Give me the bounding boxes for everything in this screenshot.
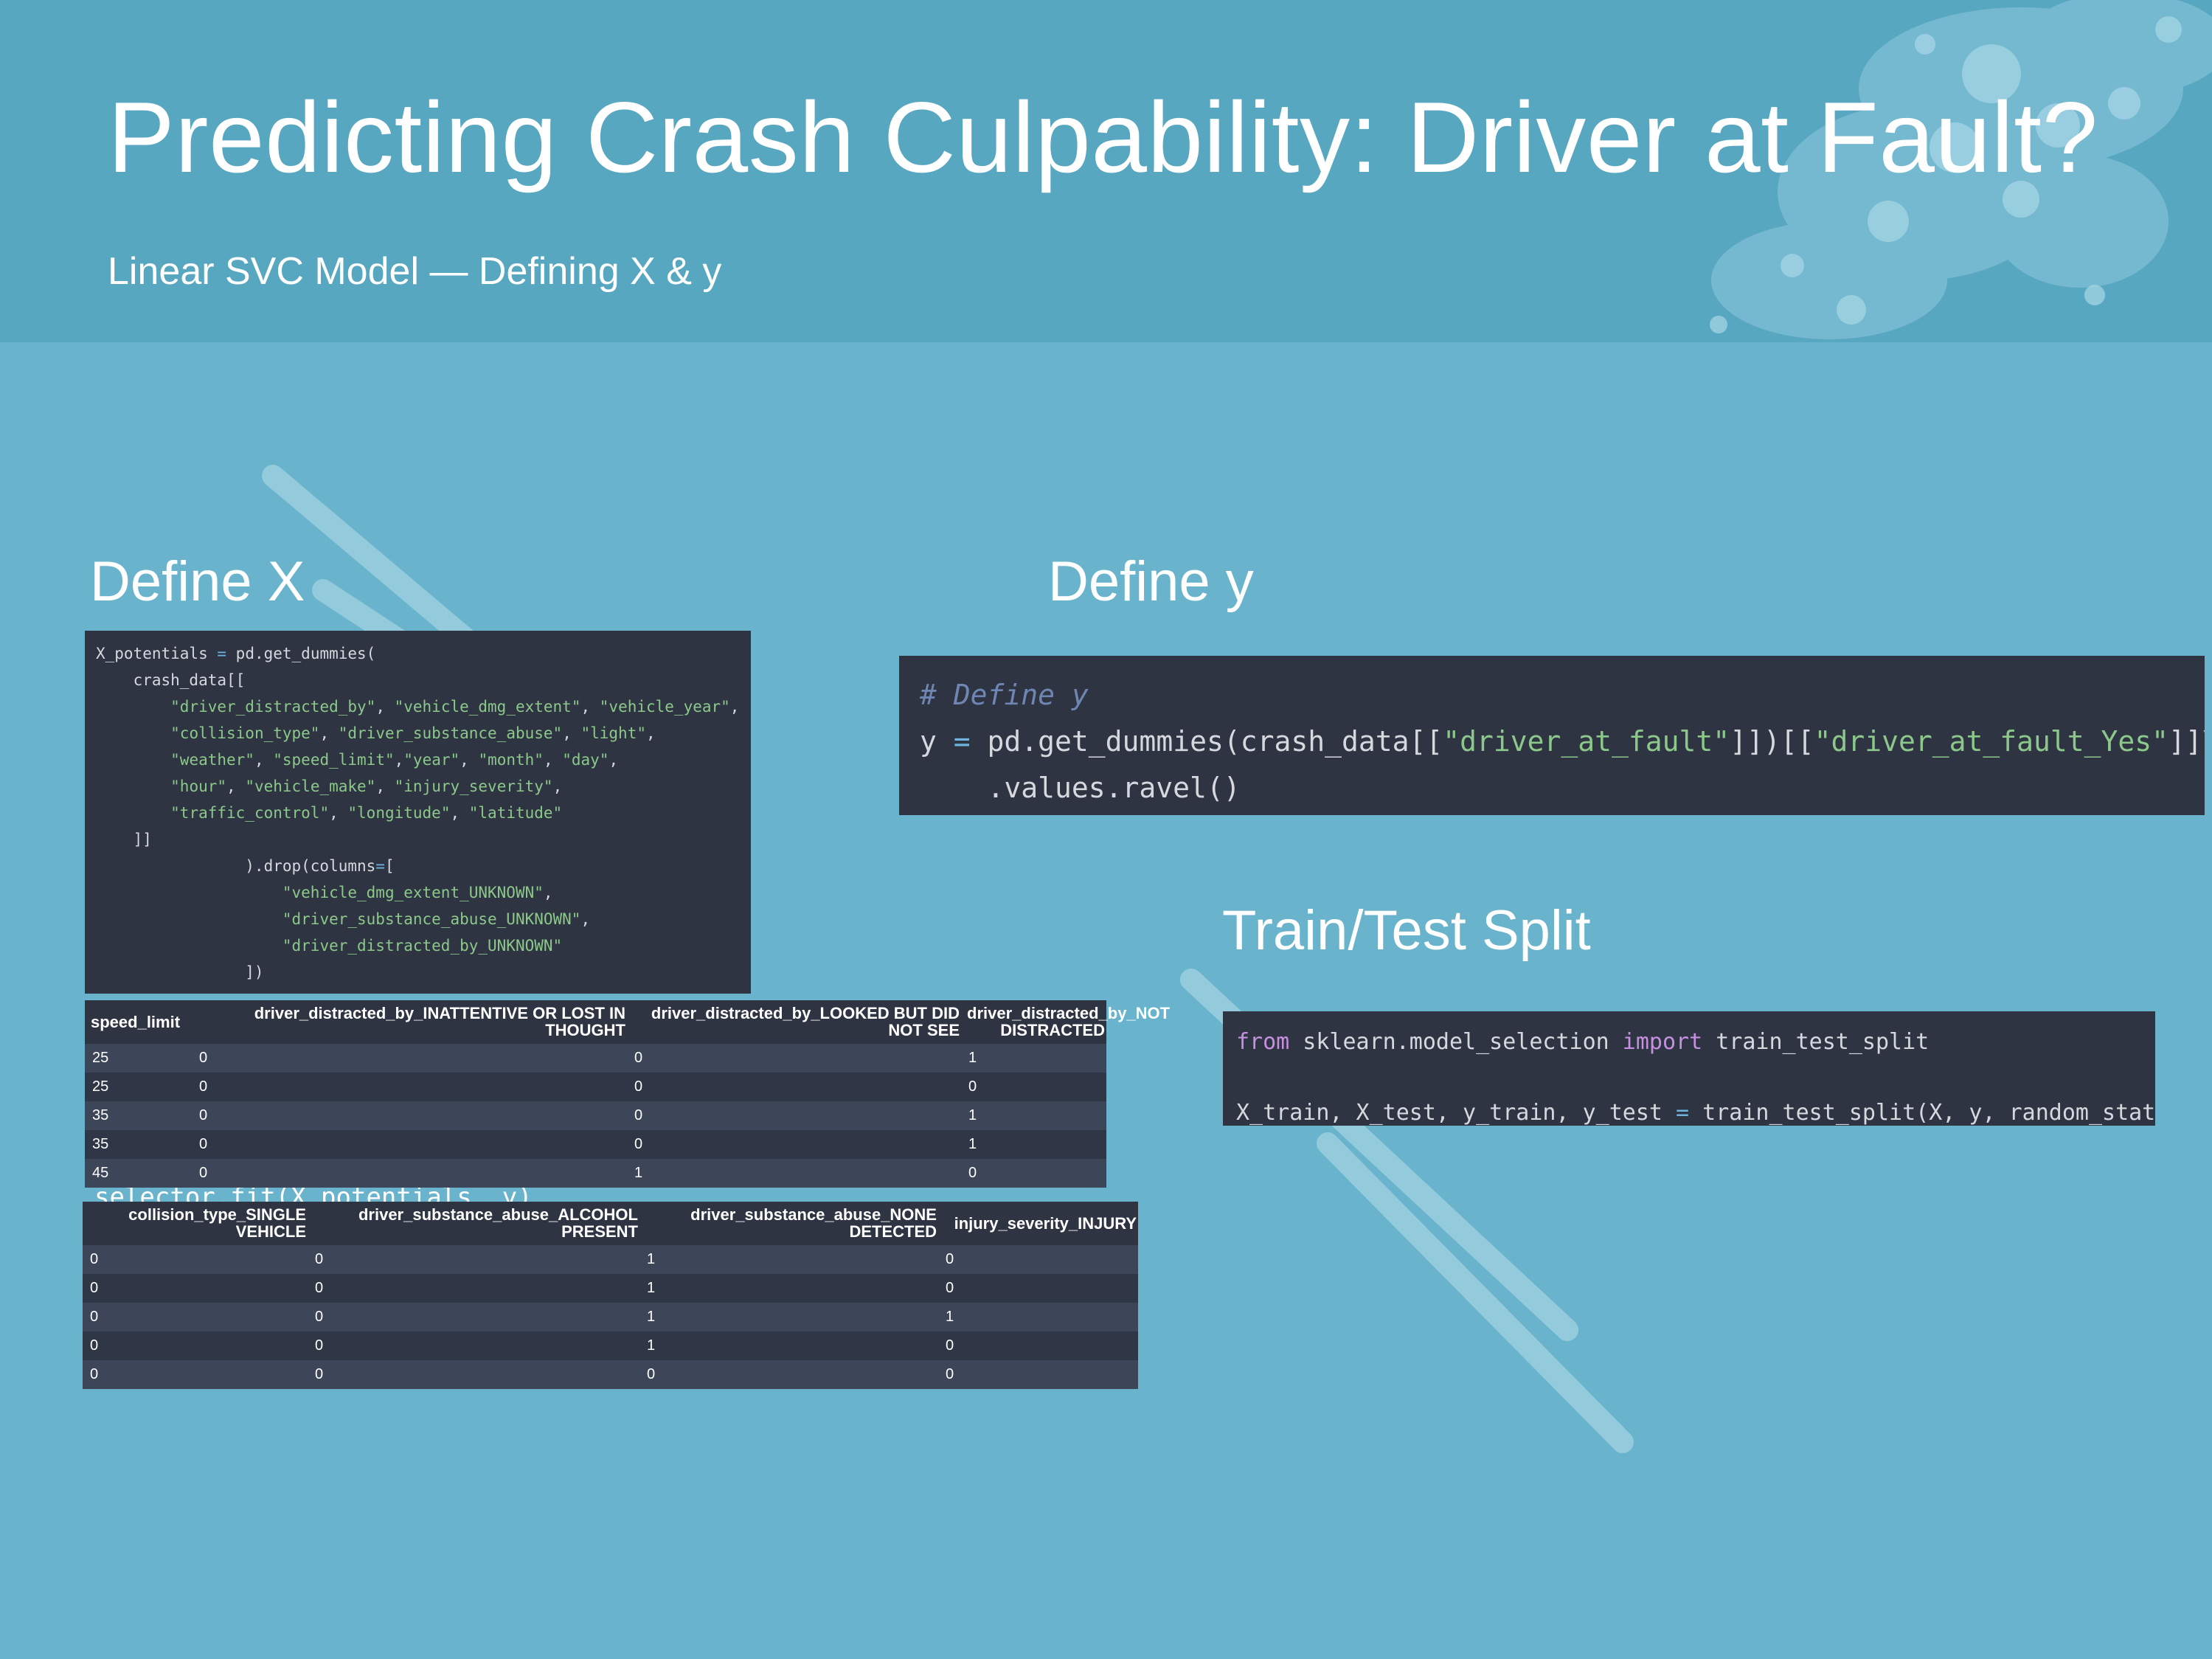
define-y-heading: Define y [1048,550,1254,613]
table-cell: 1 [627,1159,961,1188]
slide-title: Predicting Crash Culpability: Driver at … [108,81,2098,193]
column-header: driver_substance_abuse_NONE DETECTED [639,1202,938,1245]
table-cell: 1 [961,1130,1106,1159]
slide-subtitle: Linear SVC Model — Defining X & y [108,250,722,293]
table-cell: 0 [308,1331,639,1360]
column-header: driver_distracted_by_NOT DISTRACTED [961,1000,1170,1044]
table-cell: 25 [85,1044,192,1073]
column-header: speed_limit [85,1000,192,1044]
table-cell: 0 [83,1274,308,1303]
table-cell: 0 [83,1245,308,1274]
table-cell: 1 [961,1044,1106,1073]
table-cell: 0 [308,1274,639,1303]
table-row: 35 0 0 1 [85,1101,1106,1130]
define-x-code-block: X_potentials = pd.get_dummies( crash_dat… [85,631,751,994]
table-cell: 0 [83,1331,308,1360]
table-cell: 45 [85,1159,192,1188]
table-cell: 0 [627,1073,961,1101]
table-cell: 1 [639,1274,938,1303]
table-cell: 25 [85,1073,192,1101]
table-row: 0010 [83,1245,1138,1274]
table-row: 45 0 1 0 [85,1159,1106,1188]
table-row: 25 0 0 0 [85,1073,1106,1101]
table-cell: 0 [938,1245,1138,1274]
train-test-split-code-block: from sklearn.model_selection import trai… [1223,1011,2155,1126]
table-cell: 35 [85,1130,192,1159]
table-cell: 0 [83,1360,308,1389]
table-cell: 0 [308,1303,639,1331]
column-header: injury_severity_INJURY [938,1202,1138,1245]
table-cell: 1 [639,1245,938,1274]
table-row: 0011 [83,1303,1138,1331]
table-cell: 0 [308,1245,639,1274]
table-row: 0010 [83,1331,1138,1360]
train-test-split-heading: Train/Test Split [1222,899,1591,962]
table-cell: 0 [192,1073,627,1101]
table-cell: 0 [938,1331,1138,1360]
table-cell: 1 [961,1101,1106,1130]
table-cell: 0 [192,1159,627,1188]
table-cell: 0 [308,1360,639,1389]
define-x-heading: Define X [90,550,305,613]
table-cell: 0 [639,1360,938,1389]
table-cell: 1 [639,1303,938,1331]
table-row: 0010 [83,1274,1138,1303]
dataframe-preview-table-2: collision_type_SINGLE VEHICLE driver_sub… [83,1202,1138,1389]
column-header: driver_distracted_by_LOOKED BUT DID NOT … [627,1000,961,1044]
table-cell: 0 [938,1274,1138,1303]
table-cell: 0 [938,1360,1138,1389]
column-header: driver_distracted_by_INATTENTIVE OR LOST… [192,1000,627,1044]
table-cell: 0 [83,1303,308,1331]
table-cell: 0 [627,1101,961,1130]
column-header: driver_substance_abuse_ALCOHOL PRESENT [308,1202,639,1245]
table-row: 35 0 0 1 [85,1130,1106,1159]
table-cell: 0 [192,1044,627,1073]
table-header-row: collision_type_SINGLE VEHICLE driver_sub… [83,1202,1138,1245]
table-cell: 1 [639,1331,938,1360]
slide-header: Predicting Crash Culpability: Driver at … [0,0,2212,342]
table-cell: 0 [961,1073,1106,1101]
table-cell: 0 [192,1130,627,1159]
define-y-code-block: # Define yy = pd.get_dummies(crash_data[… [899,656,2205,815]
table-cell: 0 [627,1130,961,1159]
table-cell: 35 [85,1101,192,1130]
table-cell: 0 [192,1101,627,1130]
table-cell: 0 [627,1044,961,1073]
table-header-row: speed_limit driver_distracted_by_INATTEN… [85,1000,1170,1044]
table-cell: 0 [961,1159,1106,1188]
table-cell: 1 [938,1303,1138,1331]
dataframe-preview-table-1: speed_limit driver_distracted_by_INATTEN… [85,1000,1170,1188]
table-row: 0000 [83,1360,1138,1389]
table-row: 25 0 0 1 [85,1044,1106,1073]
column-header: collision_type_SINGLE VEHICLE [83,1202,308,1245]
